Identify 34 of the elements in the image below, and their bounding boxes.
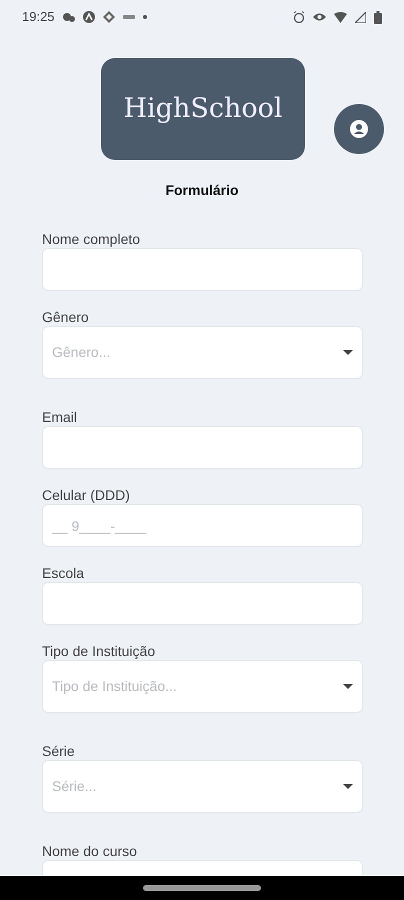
battery-icon <box>374 10 382 24</box>
input-field[interactable] <box>42 426 363 469</box>
eye-icon <box>313 12 326 22</box>
alarm-icon <box>293 11 305 23</box>
app-icon <box>122 14 135 20</box>
app-icon <box>82 11 95 23</box>
wifi-icon <box>334 12 347 22</box>
home-handle[interactable] <box>143 885 261 891</box>
dropdown[interactable]: Gênero... <box>42 326 363 379</box>
notification-dot-icon <box>142 15 147 19</box>
profile-button[interactable] <box>334 104 384 154</box>
field-label: Série <box>42 743 76 760</box>
signal-icon <box>355 12 366 22</box>
app-icon <box>62 12 75 22</box>
logo: HighSchool <box>101 58 305 160</box>
input-field[interactable] <box>42 582 363 625</box>
caret-icon <box>343 784 353 789</box>
field-label: Email <box>42 409 78 426</box>
form-title: Formulário <box>164 181 240 200</box>
caret-icon <box>343 684 353 689</box>
app-icon <box>102 11 115 23</box>
field-label: Escola <box>42 565 86 582</box>
field-label: Tipo de Instituição <box>42 643 156 660</box>
field-label: Celular (DDD) <box>42 487 131 504</box>
field-label: Nome completo <box>42 231 142 248</box>
input-field[interactable] <box>42 248 363 291</box>
dropdown[interactable]: Tipo de Instituição... <box>42 660 363 713</box>
field-label: Gênero <box>42 309 90 326</box>
dropdown[interactable]: Série... <box>42 760 363 813</box>
field-label: Nome do curso <box>42 843 138 860</box>
caret-icon <box>343 350 353 355</box>
input-field[interactable]: __ 9____-____ <box>42 504 363 547</box>
user-icon <box>350 120 368 138</box>
clock-time: 19:25 <box>22 8 55 26</box>
